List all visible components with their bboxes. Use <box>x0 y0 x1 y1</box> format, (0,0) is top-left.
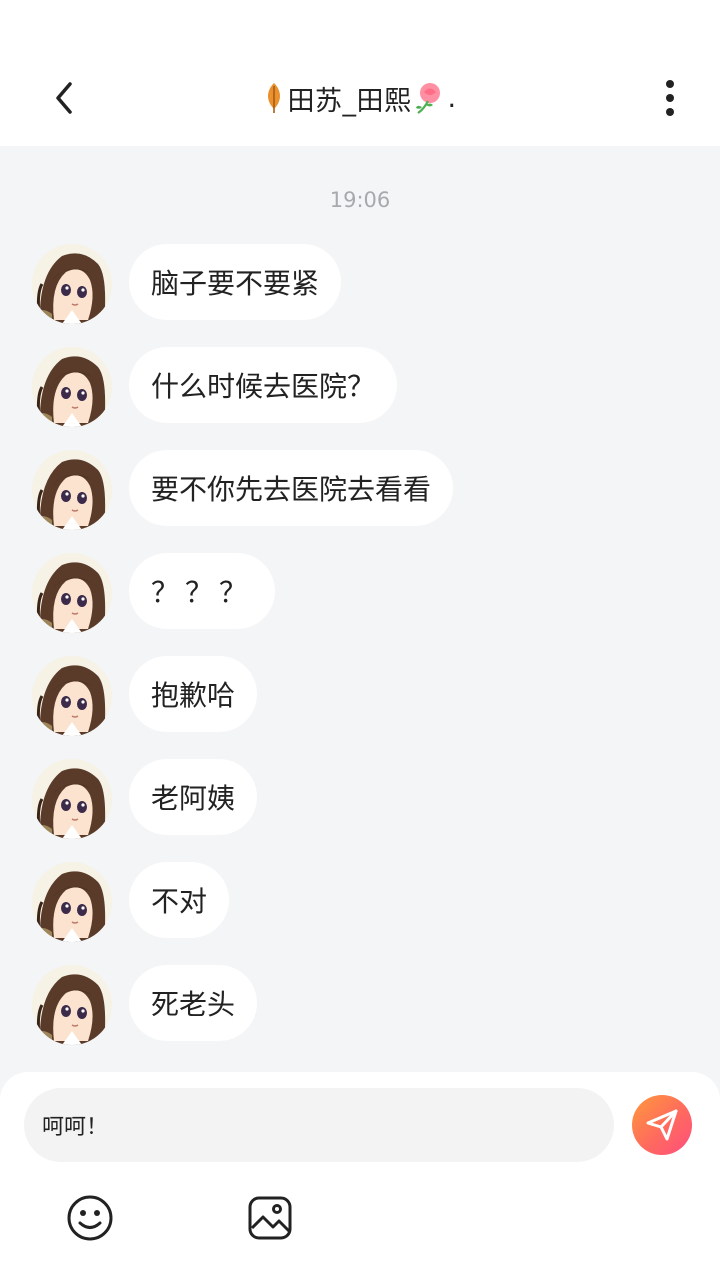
avatar-image <box>32 244 112 324</box>
avatar-image <box>32 347 112 427</box>
avatar-image <box>32 862 112 942</box>
message-row: 不对 <box>32 862 230 942</box>
avatar-image <box>32 656 112 736</box>
message-bubble[interactable]: 抱歉哈 <box>129 656 258 732</box>
emoji-button[interactable] <box>66 1194 114 1242</box>
message-bubble[interactable]: 不对 <box>129 862 230 938</box>
message-timestamp: 19:06 <box>329 188 391 212</box>
message-row: 死老头 <box>32 965 258 1045</box>
message-bubble[interactable]: 要不你先去医院去看看 <box>129 450 454 526</box>
message-composer: 呵呵！ <box>0 1072 720 1280</box>
avatar-image <box>32 965 112 1045</box>
chat-header: 田苏_田熙 . <box>0 50 720 146</box>
contact-name-suffix: . <box>447 82 457 114</box>
emoji-icon <box>67 1195 113 1241</box>
avatar-image <box>32 759 112 839</box>
message-row: 老阿姨 <box>32 759 258 839</box>
message-row: ？？？ <box>32 553 276 633</box>
message-row: 脑子要不要紧 <box>32 244 342 324</box>
leaf-emoji-icon <box>268 83 281 113</box>
avatar[interactable] <box>32 450 112 530</box>
message-row: 要不你先去医院去看看 <box>32 450 454 530</box>
rose-emoji-icon <box>416 83 441 114</box>
message-bubble[interactable]: ？？？ <box>129 553 276 629</box>
message-row: 什么时候去医院？ <box>32 347 398 427</box>
contact-name: 田苏_田熙 <box>287 85 412 117</box>
avatar[interactable] <box>32 244 112 324</box>
avatar-image <box>32 450 112 530</box>
avatar[interactable] <box>32 656 112 736</box>
message-row: 抱歉哈 <box>32 656 258 736</box>
image-icon <box>248 1196 292 1240</box>
avatar[interactable] <box>32 965 112 1045</box>
message-bubble[interactable]: 老阿姨 <box>129 759 258 835</box>
message-list[interactable]: 19:06 脑子要不要紧 什么时候去医院？ 要不你先去医院去看看 ？？？ 抱歉哈… <box>0 146 720 1072</box>
avatar[interactable] <box>32 862 112 942</box>
message-bubble[interactable]: 脑子要不要紧 <box>129 244 342 320</box>
send-button[interactable] <box>632 1095 692 1155</box>
avatar-image <box>32 553 112 633</box>
message-bubble[interactable]: 什么时候去医院？ <box>129 347 398 423</box>
message-bubble[interactable]: 死老头 <box>129 965 258 1041</box>
avatar[interactable] <box>32 347 112 427</box>
chat-title: 田苏_田熙 . <box>0 80 720 117</box>
more-vertical-icon <box>666 80 674 116</box>
message-input[interactable]: 呵呵！ <box>24 1088 614 1162</box>
send-icon <box>646 1109 678 1141</box>
status-bar <box>0 0 720 50</box>
avatar[interactable] <box>32 553 112 633</box>
more-options-button[interactable] <box>646 74 694 122</box>
image-button[interactable] <box>246 1194 294 1242</box>
avatar[interactable] <box>32 759 112 839</box>
